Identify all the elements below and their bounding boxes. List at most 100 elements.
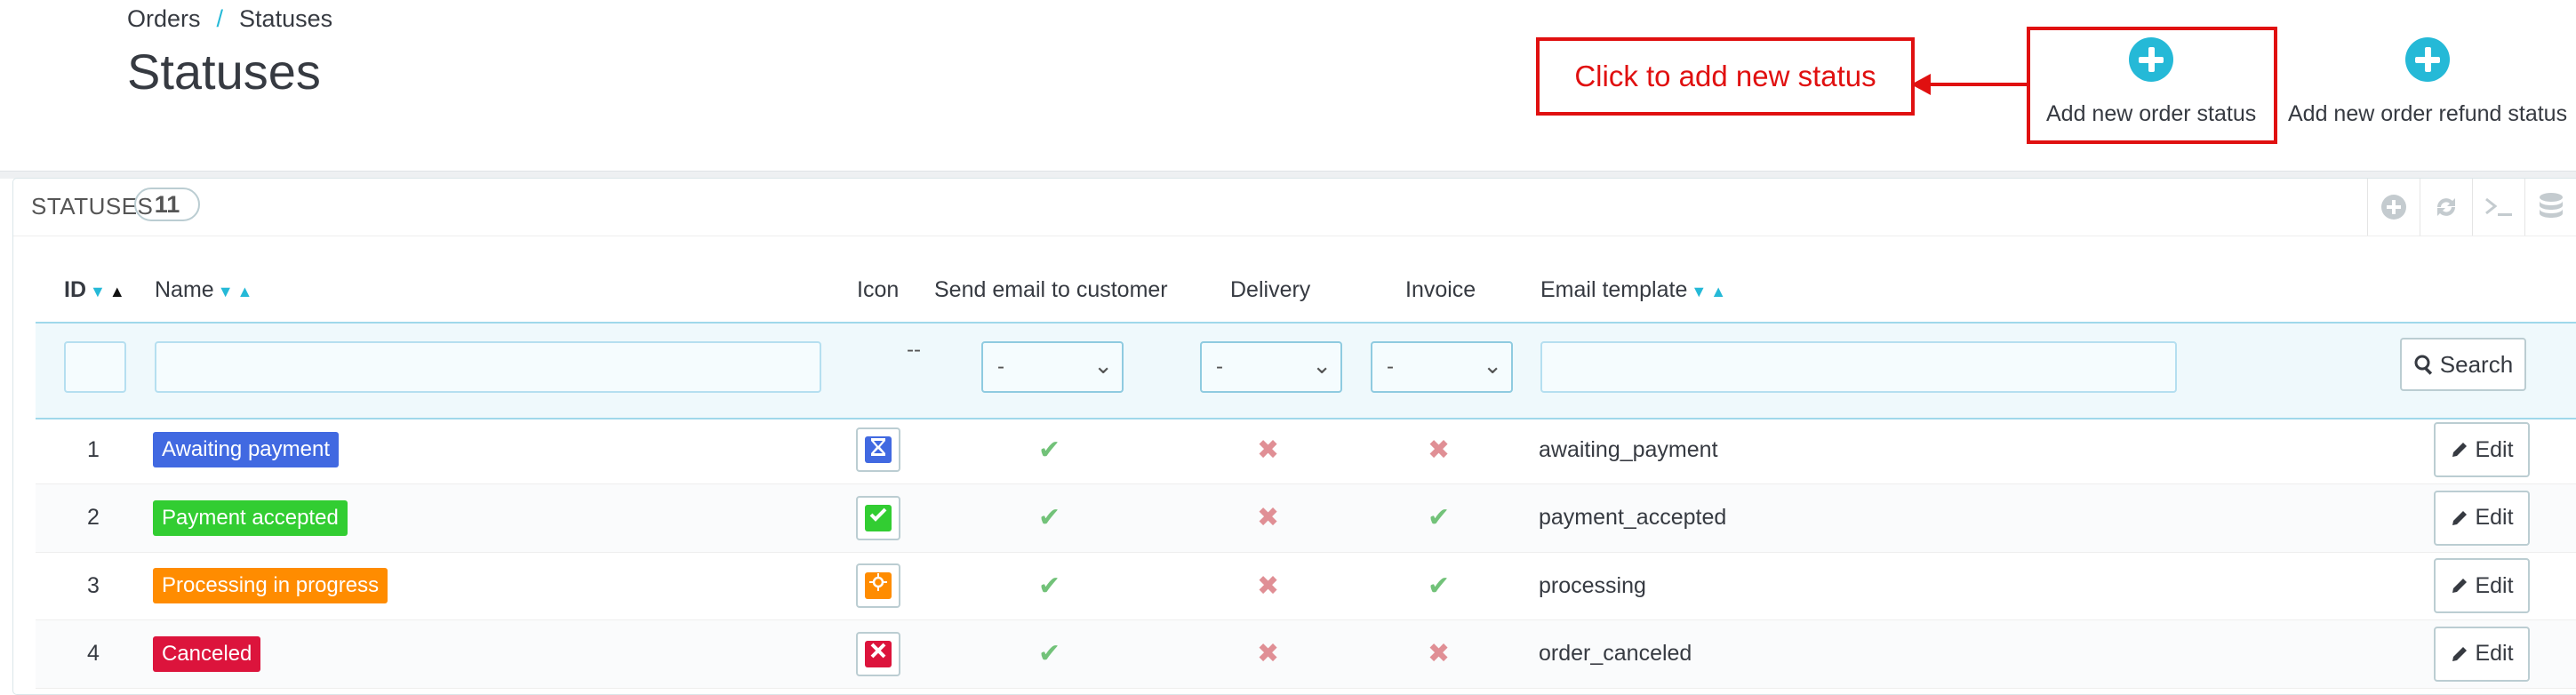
row-actions: Edit [2434,620,2530,688]
row-id: 4 [87,641,100,666]
cross-icon: ✖ [1428,435,1451,465]
check-icon: ✔ [1038,639,1061,668]
row-name-cell: Canceled [153,620,261,688]
check-icon: ✔ [1038,503,1061,532]
row-id: 3 [87,572,100,598]
column-header-delivery: Delivery [1230,277,1311,302]
filter-name-input[interactable] [155,341,821,393]
row-send-email[interactable]: ✔ [1038,416,1060,483]
table-row[interactable]: 4 Canceled ✔ ✖ ✖ order_canceled Edit [36,619,2576,689]
breadcrumb: Orders / Statuses [127,5,332,33]
row-invoice[interactable]: ✔ [1428,484,1450,552]
status-icon-frame [856,563,900,608]
row-email-template: awaiting_payment [1539,436,1718,462]
row-delivery[interactable]: ✖ [1257,620,1279,688]
close-icon [865,640,892,667]
chevron-down-icon: ⌄ [1483,352,1502,379]
breadcrumb-statuses[interactable]: Statuses [239,5,332,32]
edit-button-label: Edit [2475,572,2514,598]
column-header-email-template[interactable]: Email template ▼ ▲ [1540,277,1726,303]
filter-email-template-input[interactable] [1540,341,2177,393]
row-actions: Edit [2434,484,2530,552]
hourglass-icon [865,436,892,463]
pencil-icon [2452,510,2468,525]
add-refund-status-button[interactable]: Add new order refund status [2288,37,2567,127]
check-icon: ✔ [1038,435,1061,465]
row-email-template: payment_accepted [1539,505,1727,530]
row-invoice[interactable]: ✖ [1428,620,1450,688]
edit-button-label: Edit [2475,505,2514,530]
sort-desc-icon[interactable]: ▼ [218,283,234,300]
column-header-id[interactable]: ID ▼ ▲ [64,277,125,303]
filter-invoice-select[interactable]: - ⌄ [1371,341,1513,393]
filter-id-input[interactable] [64,341,126,393]
row-email-template: processing [1539,572,1646,598]
sort-asc-icon[interactable]: ▲ [109,283,125,300]
annotation-callout: Click to add new status [1536,37,1915,116]
column-header-invoice: Invoice [1405,277,1476,302]
filter-delivery-select[interactable]: - ⌄ [1200,341,1342,393]
database-icon[interactable] [2524,179,2576,236]
table-row[interactable]: 1 Awaiting payment ✔ ✖ ✖ awaiting_payment Edit [36,416,2576,484]
sql-query-icon[interactable] [2472,179,2524,236]
row-name-cell: Payment accepted [153,484,348,552]
sort-asc-icon[interactable]: ▲ [237,283,253,300]
row-delivery[interactable]: ✖ [1257,416,1279,483]
status-icon-frame [856,427,900,472]
column-label-id: ID [64,277,86,302]
count-badge: 11 [134,188,200,221]
row-id: 2 [87,505,100,530]
row-id: 1 [87,436,100,462]
filter-invoice-value: - [1387,355,1394,379]
row-send-email[interactable]: ✔ [1038,620,1060,688]
row-send-email[interactable]: ✔ [1038,552,1060,619]
edit-button[interactable]: Edit [2434,626,2530,682]
sort-asc-icon[interactable]: ▲ [1710,283,1726,300]
filter-row: -- - ⌄ - ⌄ - ⌄ Search [36,322,2576,419]
edit-button[interactable]: Edit [2434,422,2530,477]
cross-icon: ✖ [1257,571,1280,601]
edit-button[interactable]: Edit [2434,558,2530,613]
plus-circle-icon [2405,37,2451,82]
table-row[interactable]: 2 Payment accepted ✔ ✖ ✔ payment_accepted Edit [36,483,2576,553]
table-header-row: ID ▼ ▲ Name ▼ ▲ Icon Send email to customer … [0,277,2576,313]
column-header-send-email: Send email to customer [934,277,1168,302]
search-icon [2414,355,2432,375]
row-delivery[interactable]: ✖ [1257,552,1279,619]
panel-heading-icons [2367,179,2576,236]
breadcrumb-orders[interactable]: Orders [127,5,201,32]
filter-send-email-select[interactable]: - ⌄ [981,341,1124,393]
page-title: Statuses [127,44,321,100]
table-row[interactable]: 3 Processing in progress ✔ ✖ ✔ processing Edit [36,552,2576,620]
edit-button[interactable]: Edit [2434,490,2530,546]
check-icon: ✔ [1428,503,1451,532]
status-name-label: Awaiting payment [153,432,339,467]
row-send-email[interactable]: ✔ [1038,484,1060,552]
annotation-arrow-head [1911,74,1931,95]
row-invoice[interactable]: ✖ [1428,416,1450,483]
pencil-icon [2452,579,2468,593]
sort-desc-icon[interactable]: ▼ [1691,283,1707,300]
row-invoice[interactable]: ✔ [1428,552,1450,619]
add-order-status-button[interactable]: Add new order status [2046,37,2256,127]
row-delivery[interactable]: ✖ [1257,484,1279,552]
add-icon[interactable] [2367,179,2420,236]
refresh-icon[interactable] [2420,179,2472,236]
column-label-name: Name [155,277,214,302]
breadcrumb-separator: / [216,5,224,32]
search-button[interactable]: Search [2400,338,2526,391]
panel-heading: STATUSES 11 [13,179,2576,236]
column-header-icon: Icon [857,277,900,302]
annotation-arrow-line [1929,83,2027,86]
check-icon: ✔ [1428,571,1451,601]
cross-icon: ✖ [1257,435,1280,465]
column-header-name[interactable]: Name ▼ ▲ [155,277,252,303]
pencil-icon [2452,443,2468,457]
chevron-down-icon: ⌄ [1312,352,1332,379]
row-name-cell: Awaiting payment [153,416,339,483]
sort-desc-icon[interactable]: ▼ [90,283,106,300]
row-name-cell: Processing in progress [153,552,388,619]
filter-icon-placeholder: -- [907,338,921,362]
row-actions: Edit [2434,416,2530,483]
row-email-template: order_canceled [1539,641,1692,666]
